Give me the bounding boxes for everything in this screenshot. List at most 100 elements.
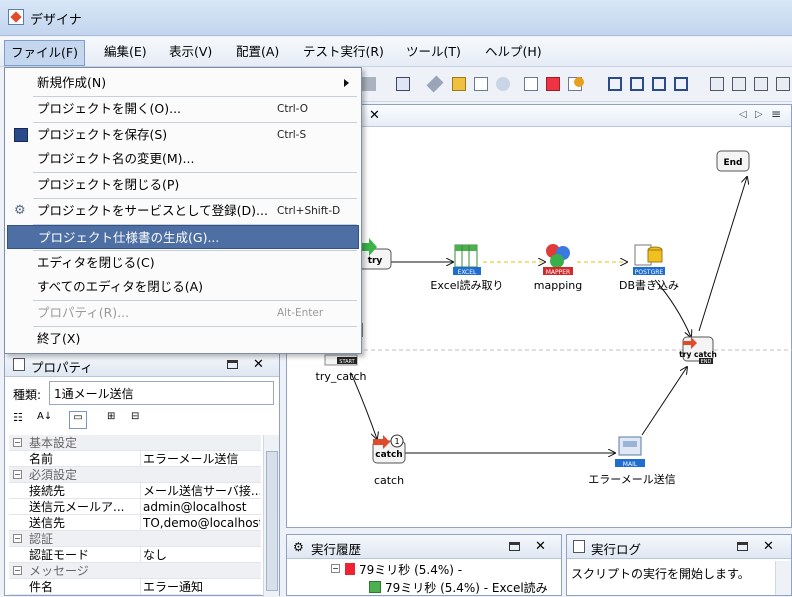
toolbar xyxy=(360,68,792,102)
delete-icon[interactable] xyxy=(546,77,560,91)
menu-properties: プロパティ(R)... Alt-Enter xyxy=(37,305,324,320)
db-badge: POSTGRE xyxy=(635,269,664,276)
property-category[interactable]: − メッセージ xyxy=(9,563,261,579)
db-node[interactable]: POSTGRE DB書き込み xyxy=(619,244,679,292)
sort-alpha-icon[interactable]: A↓ xyxy=(37,411,55,429)
history-line[interactable]: 79ミリ秒 (5.4%) - xyxy=(359,561,462,578)
property-scrollbar[interactable] xyxy=(263,435,279,597)
menu-close-editor[interactable]: エディタを閉じる(C) xyxy=(7,251,359,275)
menu-bar: ファイル(F) 編集(E) 表示(V) 配置(A) テスト実行(R) ツール(T… xyxy=(0,37,792,67)
menu-generate-spec[interactable]: プロジェクト仕様書の生成(G)... xyxy=(7,225,359,249)
menu-arrange[interactable]: 配置(A) xyxy=(230,42,285,62)
align-left-icon[interactable] xyxy=(710,77,724,91)
mail-badge: MAIL xyxy=(623,461,638,468)
history-line[interactable]: 79ミリ秒 (5.4%) - Excel読み xyxy=(385,579,561,596)
menu-open-project[interactable]: プロジェクトを開く(O)... Ctrl-O xyxy=(7,97,359,121)
history-panel: ⚙ 実行履歴 ✕ − 79ミリ秒 (5.4%) - 79ミリ秒 (5.4%) -… xyxy=(286,534,562,596)
properties-icon xyxy=(13,358,25,371)
bug-icon[interactable] xyxy=(574,77,584,87)
align-box-icon[interactable] xyxy=(652,77,666,91)
align-box-icon[interactable] xyxy=(630,77,644,91)
maximize-icon[interactable] xyxy=(509,542,520,551)
folder-icon[interactable] xyxy=(452,77,466,91)
toolbar-icon[interactable] xyxy=(362,77,376,91)
flow-canvas[interactable]: End try EXCEL Excel読み取り MAPPER mapping P… xyxy=(287,105,792,529)
scrollbar-thumb[interactable] xyxy=(266,451,278,591)
tree-collapse-icon[interactable]: − xyxy=(331,564,340,573)
submenu-arrow-icon xyxy=(344,79,349,87)
settings-icon[interactable] xyxy=(496,77,510,91)
menu-save-project[interactable]: プロジェクトを保存(S) Ctrl-S xyxy=(7,123,359,147)
mail-node[interactable]: MAIL エラーメール送信 xyxy=(588,436,676,486)
collapse-toggle-icon[interactable]: − xyxy=(13,534,22,543)
document-icon[interactable] xyxy=(474,77,488,91)
property-row[interactable]: 接続先 メール送信サーバ接... xyxy=(9,483,261,499)
property-category[interactable]: − 基本設定 xyxy=(9,435,261,451)
log-title: 実行ログ xyxy=(591,542,642,557)
collapse-toggle-icon[interactable]: − xyxy=(13,438,22,447)
mail-node-label: エラーメール送信 xyxy=(588,472,676,486)
excel-icon xyxy=(369,581,381,593)
property-row[interactable]: 認証モード なし xyxy=(9,547,261,563)
expand-all-icon[interactable]: ⊞ xyxy=(107,411,125,429)
collapse-toggle-icon[interactable]: − xyxy=(13,470,22,479)
align-box-icon[interactable] xyxy=(608,77,622,91)
categorize-icon[interactable]: ☷ xyxy=(13,411,31,429)
try-catch-start-node[interactable]: START try_catch xyxy=(316,354,367,383)
align-box-icon[interactable] xyxy=(674,77,688,91)
menu-close-all-editors[interactable]: すべてのエディタを閉じる(A) xyxy=(7,275,359,299)
try-catch-end-label: try catch xyxy=(679,350,717,359)
end-node[interactable]: End xyxy=(716,150,750,172)
log-header: 実行ログ ✕ xyxy=(567,535,791,559)
try-catch-end-node[interactable]: try catch END xyxy=(679,336,717,365)
close-icon[interactable]: ✕ xyxy=(535,539,546,554)
collapse-all-icon[interactable]: ⊟ xyxy=(131,411,149,429)
menu-rename-project[interactable]: プロジェクト名の変更(M)... xyxy=(7,147,359,171)
save-icon xyxy=(14,128,28,142)
menu-exit[interactable]: 終了(X) xyxy=(7,327,359,351)
align-top-icon[interactable] xyxy=(776,77,790,91)
file-menu: 新規作成(N) プロジェクトを開く(O)... Ctrl-O プロジェクトを保存(… xyxy=(4,67,362,354)
align-center-icon[interactable] xyxy=(732,77,746,91)
list-icon[interactable] xyxy=(524,77,538,91)
grid-icon[interactable] xyxy=(396,77,410,91)
show-description-icon[interactable]: ▭ xyxy=(69,411,87,429)
log-scrollbar[interactable] xyxy=(775,561,791,595)
wrench-icon[interactable] xyxy=(426,75,444,93)
property-row[interactable]: 名前 エラーメール送信 xyxy=(9,451,261,467)
mapping-node[interactable]: MAPPER mapping xyxy=(534,244,582,292)
menu-register-service[interactable]: ⚙ プロジェクトをサービスとして登録(D)... Ctrl+Shift-D xyxy=(7,199,359,223)
property-category[interactable]: − 認証 xyxy=(9,531,261,547)
close-icon[interactable]: ✕ xyxy=(253,357,264,372)
maximize-icon[interactable] xyxy=(227,360,238,369)
end-node-label: End xyxy=(724,158,743,168)
property-row[interactable]: 送信元メールア... admin@localhost xyxy=(9,499,261,515)
excel-node[interactable]: EXCEL Excel読み取り xyxy=(430,244,504,292)
mapping-node-label: mapping xyxy=(534,279,582,292)
maximize-icon[interactable] xyxy=(737,542,748,551)
property-category[interactable]: − 必須設定 xyxy=(9,467,261,483)
collapse-toggle-icon[interactable]: − xyxy=(13,566,22,575)
properties-panel: プロパティ ✕ 種類: 1通メール送信 ☷ A↓ ▭ ⊞ ⊟ − 基本設定 名前エ… xyxy=(4,352,280,597)
property-grid: − 基本設定 名前 エラーメール送信 − 必須設定 接続先 メール送信サーバ接... 送… xyxy=(9,435,261,597)
menu-view[interactable]: 表示(V) xyxy=(163,42,218,62)
property-row[interactable]: 送信先 TO,demo@localhost xyxy=(9,515,261,531)
connector xyxy=(698,177,747,332)
menu-test-run[interactable]: テスト実行(R) xyxy=(297,42,390,62)
property-row[interactable]: 件名 エラー通知 xyxy=(9,579,261,595)
menu-tools[interactable]: ツール(T) xyxy=(400,42,467,62)
app-icon xyxy=(8,9,24,25)
close-icon[interactable]: ✕ xyxy=(763,539,774,554)
align-right-icon[interactable] xyxy=(754,77,768,91)
catch-node[interactable]: 1 catch catch xyxy=(372,434,406,487)
catch-node-label: catch xyxy=(374,474,404,487)
try-catch-start-badge: START xyxy=(339,359,355,365)
menu-close-project[interactable]: プロジェクトを閉じる(P) xyxy=(7,173,359,197)
try-node[interactable]: try xyxy=(357,238,392,270)
menu-new[interactable]: 新規作成(N) xyxy=(7,71,359,95)
menu-help[interactable]: ヘルプ(H) xyxy=(479,42,548,62)
menu-edit[interactable]: 編集(E) xyxy=(98,42,153,62)
menu-file[interactable]: ファイル(F) xyxy=(4,40,85,66)
properties-title: プロパティ xyxy=(31,360,93,375)
type-field[interactable]: 1通メール送信 xyxy=(49,381,274,405)
